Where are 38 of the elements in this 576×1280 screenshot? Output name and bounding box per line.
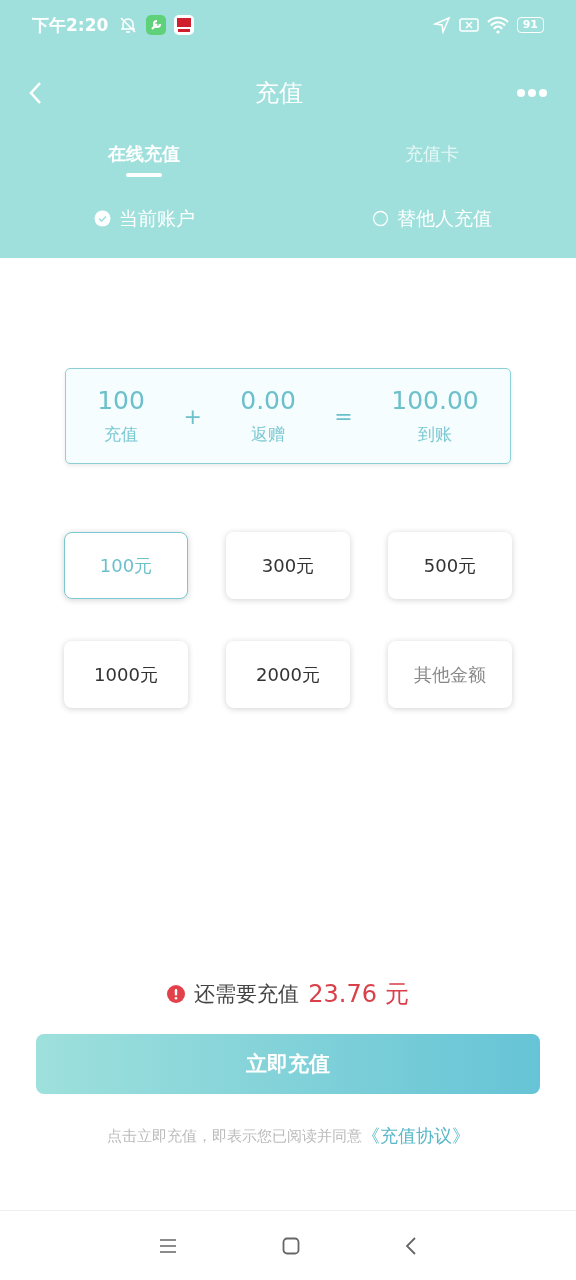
back-icon[interactable] <box>405 1236 417 1255</box>
amount-option[interactable]: 500元 <box>388 532 512 599</box>
location-icon <box>432 16 451 34</box>
app-icon <box>174 15 195 35</box>
status-time: 下午2:20 <box>32 13 109 37</box>
amount-label: 返赠 <box>251 423 286 446</box>
remaining-amount: 23.76 元 <box>308 979 409 1010</box>
amount-option[interactable]: 2000元 <box>226 641 350 708</box>
amount-label: 充值 <box>104 423 139 446</box>
page-title: 充值 <box>255 77 303 109</box>
more-icon[interactable] <box>516 87 548 98</box>
amount-option[interactable]: 1000元 <box>64 641 188 708</box>
radio-label[interactable]: 替他人充值 <box>397 205 492 232</box>
operator: + <box>183 403 202 429</box>
notice-text: 还需要充值 <box>194 981 300 1008</box>
recharge-button[interactable]: 立即充值 <box>36 1034 540 1094</box>
battery-indicator: 91 <box>516 17 544 33</box>
amount-option[interactable]: 100元 <box>64 532 188 599</box>
alert-icon <box>167 985 186 1003</box>
wifi-icon <box>486 16 509 34</box>
amount-value: 100 <box>97 386 145 415</box>
operator: = <box>334 403 353 429</box>
amount-label: 到账 <box>417 423 452 446</box>
radio-label[interactable]: 当前账户 <box>118 205 195 232</box>
menu-icon[interactable] <box>159 1237 177 1254</box>
amount-option[interactable]: 300元 <box>226 532 350 599</box>
amount-option[interactable]: 其他金额 <box>388 641 512 708</box>
no-sim-icon <box>458 17 479 33</box>
radio-icon[interactable] <box>93 210 111 227</box>
agreement-text: 点击立即充值，即表示您已阅读并同意 <box>106 1126 362 1146</box>
amount-value: 100.00 <box>391 386 479 415</box>
radio-icon[interactable] <box>372 210 389 227</box>
wrench-app-icon <box>146 15 167 35</box>
amount-value: 0.00 <box>240 386 296 415</box>
tab[interactable]: 充值卡 <box>288 135 576 187</box>
tab[interactable]: 在线充值 <box>0 135 288 187</box>
home-icon[interactable] <box>282 1236 300 1255</box>
agreement-link[interactable]: 《充值协议》 <box>361 1124 470 1148</box>
